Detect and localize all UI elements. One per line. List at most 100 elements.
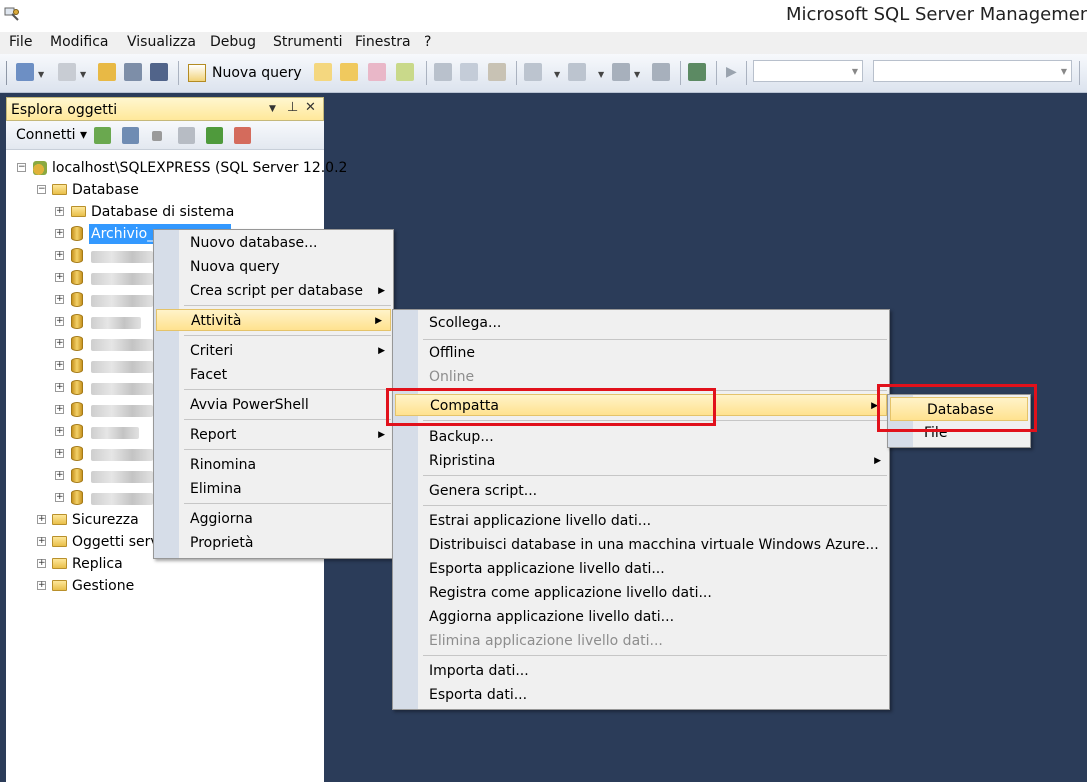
- undo-icon[interactable]: [524, 63, 542, 81]
- blurred-database-name[interactable]: [91, 251, 153, 263]
- security-node[interactable]: Sicurezza: [72, 512, 139, 528]
- open-folder-icon[interactable]: [98, 63, 116, 81]
- expand-icon[interactable]: +: [55, 339, 64, 348]
- activity-monitor-icon[interactable]: [688, 63, 706, 81]
- delete-filter-icon[interactable]: [234, 127, 251, 144]
- new-project-icon[interactable]: [16, 63, 34, 81]
- menu-item-export-data-tier[interactable]: Esporta applicazione livello dati...: [393, 558, 889, 580]
- menu-item-detach[interactable]: Scollega...: [393, 312, 889, 334]
- expand-icon[interactable]: +: [55, 493, 64, 502]
- expand-icon[interactable]: +: [37, 537, 46, 546]
- replication-node[interactable]: Replica: [72, 556, 123, 572]
- menu-file[interactable]: File: [9, 34, 32, 50]
- databases-node[interactable]: Database: [72, 182, 139, 198]
- available-databases-combo[interactable]: ▼: [873, 60, 1072, 82]
- save-icon[interactable]: [124, 63, 142, 81]
- expand-icon[interactable]: +: [55, 471, 64, 480]
- menu-help[interactable]: ?: [424, 34, 431, 50]
- menu-visualizza[interactable]: Visualizza: [127, 34, 196, 50]
- expand-icon[interactable]: +: [55, 427, 64, 436]
- redo-icon[interactable]: [568, 63, 586, 81]
- window-position-icon[interactable]: ▼: [269, 104, 276, 114]
- expand-icon[interactable]: +: [37, 581, 46, 590]
- menu-item-reports[interactable]: Report ▶: [154, 424, 393, 446]
- stop-icon[interactable]: [152, 131, 162, 141]
- navigate-forward-icon[interactable]: [652, 63, 670, 81]
- add-item-icon[interactable]: [58, 63, 76, 81]
- paste-icon[interactable]: [488, 63, 506, 81]
- expand-icon[interactable]: +: [55, 295, 64, 304]
- xmla-query-icon[interactable]: [396, 63, 414, 81]
- new-query-button[interactable]: Nuova query: [188, 62, 302, 84]
- menu-item-upgrade-data-tier[interactable]: Aggiorna applicazione livello dati...: [393, 606, 889, 628]
- blurred-database-name[interactable]: [91, 317, 141, 329]
- expand-icon[interactable]: +: [55, 317, 64, 326]
- refresh-icon[interactable]: [206, 127, 223, 144]
- chevron-down-icon[interactable]: ▼: [634, 70, 640, 79]
- menu-item-new-query[interactable]: Nuova query: [154, 256, 393, 278]
- blurred-database-name[interactable]: [91, 449, 153, 461]
- menu-item-extract-data-tier[interactable]: Estrai applicazione livello dati...: [393, 510, 889, 532]
- menu-item-start-powershell[interactable]: Avvia PowerShell: [154, 394, 393, 416]
- menu-item-generate-scripts[interactable]: Genera script...: [393, 480, 889, 502]
- expand-icon[interactable]: +: [37, 515, 46, 524]
- blurred-database-name[interactable]: [91, 361, 153, 373]
- start-debug-icon[interactable]: ▶: [726, 63, 744, 81]
- expand-icon[interactable]: +: [55, 361, 64, 370]
- close-icon[interactable]: ✕: [305, 100, 316, 115]
- connect-button[interactable]: Connetti ▾: [16, 127, 87, 143]
- menu-item-offline[interactable]: Offline: [393, 342, 889, 364]
- expand-icon[interactable]: +: [55, 405, 64, 414]
- blurred-database-name[interactable]: [91, 405, 153, 417]
- ssms-app-icon[interactable]: [4, 6, 20, 22]
- chevron-down-icon[interactable]: ▼: [554, 70, 560, 79]
- collapse-icon[interactable]: −: [17, 163, 26, 172]
- menu-item-delete[interactable]: Elimina: [154, 478, 393, 500]
- solution-configurations-combo[interactable]: ▼: [753, 60, 863, 82]
- menu-item-new-database[interactable]: Nuovo database...: [154, 232, 393, 254]
- menu-modifica[interactable]: Modifica: [50, 34, 109, 50]
- filter-icon[interactable]: [178, 127, 195, 144]
- blurred-database-name[interactable]: [91, 273, 153, 285]
- mdx-query-icon[interactable]: [340, 63, 358, 81]
- collapse-icon[interactable]: −: [37, 185, 46, 194]
- pin-icon[interactable]: ⊥: [287, 100, 298, 115]
- menu-item-export-data[interactable]: Esporta dati...: [393, 684, 889, 706]
- navigate-backward-icon[interactable]: [612, 63, 630, 81]
- blurred-database-name[interactable]: [91, 471, 153, 483]
- menu-item-restore[interactable]: Ripristina ▶: [393, 450, 889, 472]
- cut-icon[interactable]: [434, 63, 452, 81]
- expand-icon[interactable]: +: [55, 449, 64, 458]
- menu-finestra[interactable]: Finestra: [355, 34, 411, 50]
- dmx-query-icon[interactable]: [368, 63, 386, 81]
- menu-item-facets[interactable]: Facet: [154, 364, 393, 386]
- blurred-database-name[interactable]: [91, 339, 153, 351]
- chevron-down-icon[interactable]: ▼: [1061, 67, 1067, 76]
- copy-icon[interactable]: [460, 63, 478, 81]
- menu-debug[interactable]: Debug: [210, 34, 256, 50]
- expand-icon[interactable]: +: [55, 383, 64, 392]
- selected-database-node[interactable]: Archivio_: [91, 226, 154, 242]
- blurred-database-name[interactable]: [91, 295, 153, 307]
- toolbar-grip[interactable]: [6, 61, 7, 85]
- chevron-down-icon[interactable]: ▼: [80, 70, 86, 79]
- server-objects-node[interactable]: Oggetti serv: [72, 534, 159, 550]
- expand-icon[interactable]: +: [55, 229, 64, 238]
- chevron-down-icon[interactable]: ▼: [598, 70, 604, 79]
- menu-strumenti[interactable]: Strumenti: [273, 34, 343, 50]
- menu-item-tasks[interactable]: Attività ▶: [156, 309, 391, 331]
- save-all-icon[interactable]: [150, 63, 168, 81]
- management-node[interactable]: Gestione: [72, 578, 134, 594]
- menu-item-script-database[interactable]: Crea script per database ▶: [154, 280, 393, 302]
- menu-item-properties[interactable]: Proprietà: [154, 532, 393, 554]
- blurred-database-name[interactable]: [91, 383, 153, 395]
- menu-item-deploy-azure-vm[interactable]: Distribuisci database in una macchina vi…: [393, 534, 889, 556]
- menu-item-import-data[interactable]: Importa dati...: [393, 660, 889, 682]
- disconnect-icon[interactable]: [122, 127, 139, 144]
- chevron-down-icon[interactable]: ▼: [852, 67, 858, 76]
- menu-item-refresh[interactable]: Aggiorna: [154, 508, 393, 530]
- menu-item-backup[interactable]: Backup...: [393, 426, 889, 448]
- blurred-database-name[interactable]: [91, 427, 139, 439]
- chevron-down-icon[interactable]: ▼: [38, 70, 44, 79]
- server-node[interactable]: localhost\SQLEXPRESS (SQL Server 12.0.2: [52, 160, 347, 176]
